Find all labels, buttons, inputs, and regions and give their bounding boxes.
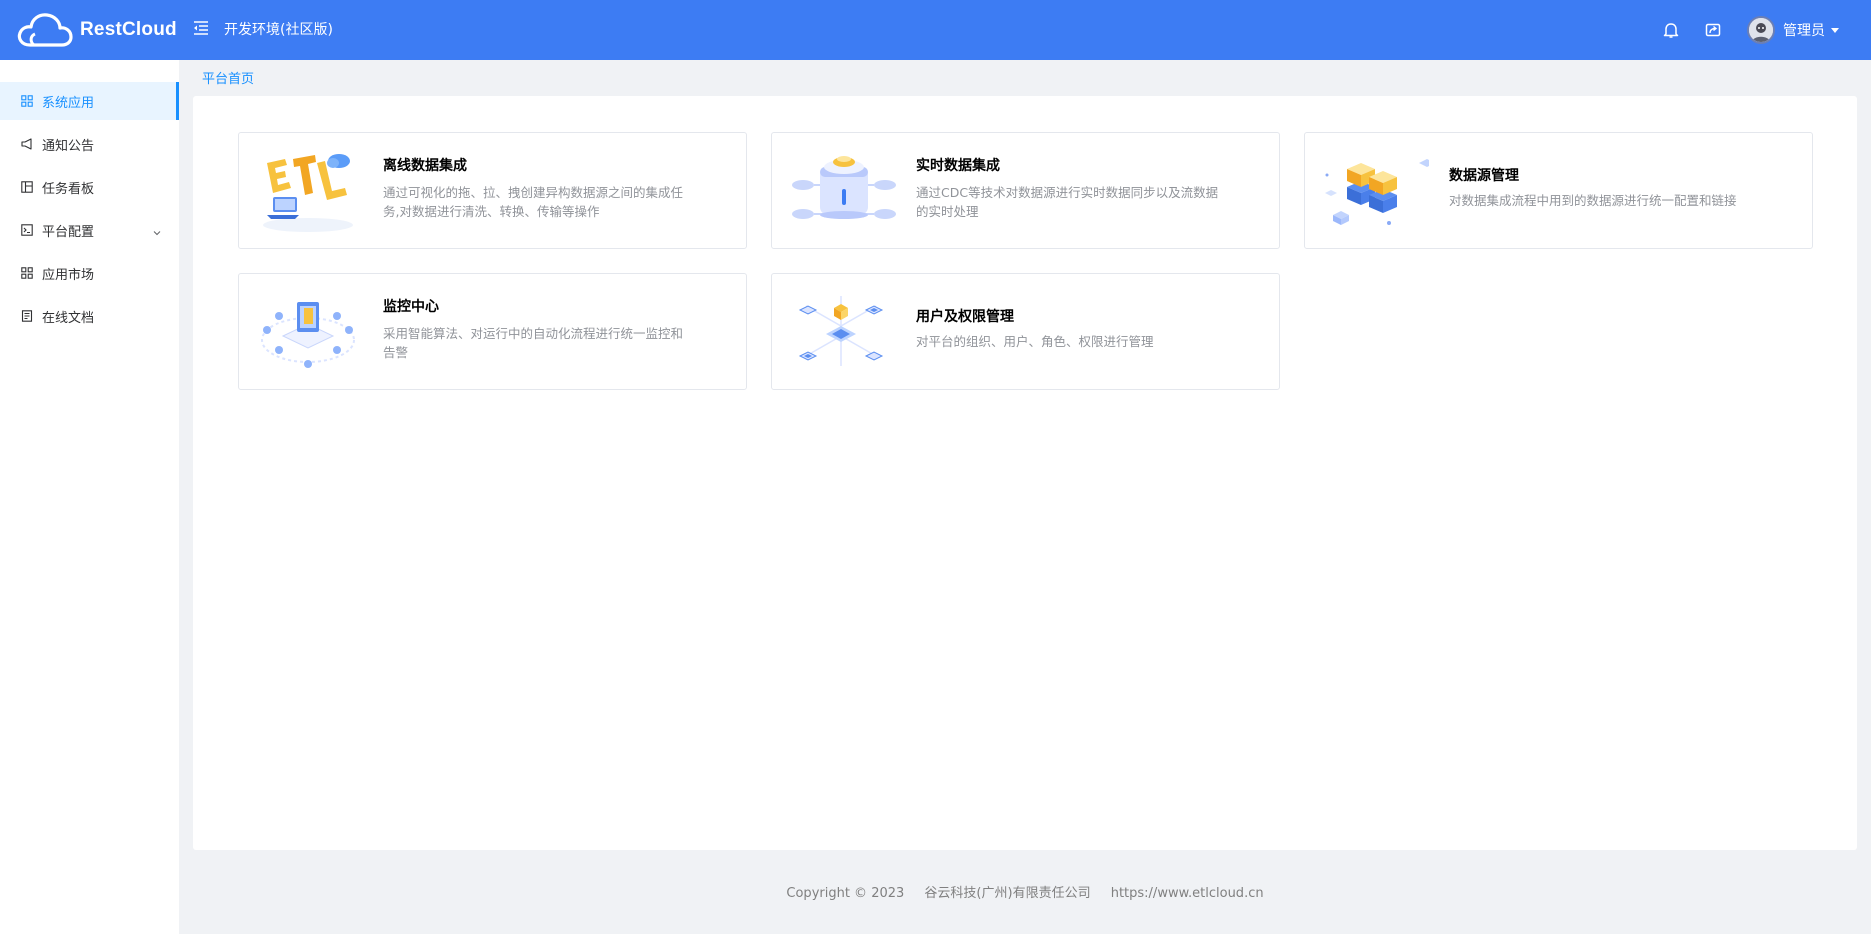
card-title: 离线数据集成 [383, 158, 467, 174]
environment-title: 开发环境(社区版) [224, 22, 333, 38]
card-offline-integration[interactable]: 离线数据集成 通过可视化的拖、拉、拽创建异构数据源之间的集成任务,对数据进行清洗… [238, 132, 747, 249]
card-title: 实时数据集成 [916, 158, 1000, 174]
avatar[interactable] [1747, 16, 1775, 44]
sidebar-item-notices[interactable]: 通知公告 [0, 125, 179, 163]
card-monitor-center[interactable]: 监控中心 采用智能算法、对运行中的自动化流程进行统一监控和告警 [238, 273, 747, 390]
card-user-permission[interactable]: 用户及权限管理 对平台的组织、用户、角色、权限进行管理 [771, 273, 1280, 390]
megaphone-icon [20, 137, 34, 151]
sidebar-item-label: 应用市场 [42, 267, 95, 283]
menu-fold-icon[interactable] [192, 19, 210, 37]
card-description: 通过可视化的拖、拉、拽创建异构数据源之间的集成任务,对数据进行清洗、转换、传输等… [383, 185, 684, 219]
sidebar-item-platform-config[interactable]: 平台配置 [0, 211, 179, 249]
terminal-icon [20, 223, 34, 237]
footer-company: 谷云科技(广州)有限责任公司 [924, 886, 1091, 901]
sidebar-item-app-market[interactable]: 应用市场 [0, 254, 179, 292]
sidebar-item-label: 通知公告 [42, 138, 95, 154]
sidebar-item-label: 在线文档 [42, 310, 95, 326]
main-content: 离线数据集成 通过可视化的拖、拉、拽创建异构数据源之间的集成任务,对数据进行清洗… [193, 96, 1857, 850]
monitor-illustration [253, 286, 363, 376]
card-description: 采用智能算法、对运行中的自动化流程进行统一监控和告警 [383, 326, 684, 360]
user-permission-illustration [786, 286, 896, 376]
card-title: 监控中心 [383, 299, 439, 315]
cloud-logo-icon [17, 13, 73, 47]
top-header: RestCloud 开发环境(社区版) 管理员 [0, 0, 1871, 60]
grid-icon [20, 94, 34, 108]
chevron-down-icon [153, 225, 161, 240]
user-name[interactable]: 管理员 [1783, 20, 1825, 40]
board-icon [20, 180, 34, 194]
footer-copyright: Copyright © 2023 [786, 886, 905, 901]
chevron-down-icon[interactable] [1831, 27, 1839, 33]
realtime-database-illustration [786, 145, 896, 235]
logo[interactable]: RestCloud [16, 12, 177, 48]
sidebar-item-label: 任务看板 [42, 181, 95, 197]
footer: Copyright © 2023 谷云科技(广州)有限责任公司 https://… [179, 882, 1871, 901]
document-icon [20, 309, 34, 323]
card-title: 数据源管理 [1449, 168, 1519, 184]
breadcrumb[interactable]: 平台首页 [202, 68, 254, 87]
card-realtime-integration[interactable]: 实时数据集成 通过CDC等技术对数据源进行实时数据同步以及流数据的实时处理 [771, 132, 1280, 249]
share-icon[interactable] [1703, 20, 1723, 40]
grid-icon [20, 266, 34, 280]
etl-illustration [253, 145, 363, 235]
sidebar-item-system-apps[interactable]: 系统应用 [0, 82, 179, 120]
datasource-blocks-illustration [1319, 145, 1435, 235]
sidebar-item-label: 平台配置 [42, 224, 95, 240]
sidebar-item-online-docs[interactable]: 在线文档 [0, 297, 179, 335]
footer-link[interactable]: https://www.etlcloud.cn [1111, 886, 1264, 901]
sidebar-item-task-board[interactable]: 任务看板 [0, 168, 179, 206]
card-description: 对数据集成流程中用到的数据源进行统一配置和链接 [1449, 193, 1737, 208]
card-datasource-management[interactable]: 数据源管理 对数据集成流程中用到的数据源进行统一配置和链接 [1304, 132, 1813, 249]
bell-icon[interactable] [1661, 20, 1681, 40]
card-title: 用户及权限管理 [916, 309, 1014, 325]
sidebar-item-label: 系统应用 [42, 95, 95, 111]
card-description: 通过CDC等技术对数据源进行实时数据同步以及流数据的实时处理 [916, 185, 1219, 219]
sidebar: 系统应用 通知公告 任务看板 平台配置 应用市场 在线文档 [0, 60, 179, 934]
card-description: 对平台的组织、用户、角色、权限进行管理 [916, 334, 1154, 349]
brand-name: RestCloud [80, 19, 177, 40]
